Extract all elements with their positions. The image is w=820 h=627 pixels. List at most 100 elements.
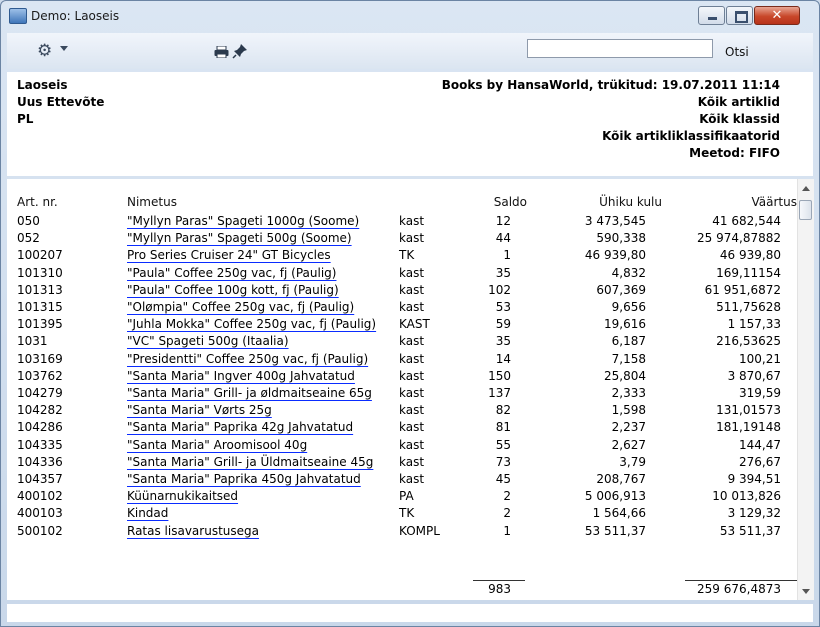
item-saldo: 1: [503, 523, 511, 538]
scroll-up-icon[interactable]: [802, 186, 810, 191]
table-row: 104357 "Santa Maria" Paprika 450g Jahvata…: [7, 470, 797, 488]
item-saldo: 35: [495, 265, 511, 280]
item-unit: KOMPL: [399, 523, 440, 538]
item-value: 3 129,32: [727, 506, 781, 521]
minimize-button[interactable]: [698, 6, 725, 25]
item-name-link[interactable]: "Paula" Coffee 250g vac, fj (Paulig): [127, 266, 336, 280]
item-value: 511,75628: [716, 300, 781, 314]
company-code: PL: [17, 112, 34, 126]
item-number: 101313: [17, 282, 63, 297]
pushpin-icon[interactable]: [232, 43, 248, 59]
item-unit-cost: 19,616: [604, 317, 646, 332]
item-value: 169,11154: [716, 265, 781, 280]
item-value: 41 682,544: [712, 214, 781, 228]
item-saldo: 53: [495, 300, 511, 314]
item-number: 400102: [17, 489, 63, 504]
item-name-link[interactable]: "Santa Maria" Vørts 25g: [127, 403, 272, 417]
printer-icon[interactable]: [214, 46, 229, 58]
item-unit: kast: [399, 403, 425, 418]
item-name-link[interactable]: Küünarnukikaitsed: [127, 489, 238, 503]
item-unit-cost: 2,627: [611, 437, 646, 452]
item-name-link[interactable]: "Santa Maria" Paprika 42g Jahvatatud: [127, 420, 353, 434]
scroll-thumb[interactable]: [799, 200, 812, 220]
chevron-down-icon[interactable]: [60, 46, 68, 51]
item-value: 216,53625: [716, 334, 781, 349]
item-name-link[interactable]: "Juhla Mokka" Coffee 250g vac, fj (Pauli…: [127, 317, 376, 331]
vertical-scrollbar[interactable]: [797, 179, 814, 600]
toolbar: ⚙ Otsi: [7, 33, 813, 69]
item-name-link[interactable]: Pro Series Cruiser 24" GT Bicycles: [127, 248, 331, 262]
item-name-link[interactable]: "Myllyn Paras" Spageti 1000g (Soome): [127, 214, 359, 228]
item-number: 104336: [17, 454, 63, 469]
item-name-link[interactable]: "Santa Maria" Aroomisool 40g: [127, 438, 307, 452]
item-name-link[interactable]: "Olømpia" Coffee 250g vac, fj (Paulig): [127, 300, 354, 314]
column-header-value: Väärtus: [751, 195, 797, 209]
item-saldo: 82: [495, 403, 511, 418]
item-unit-cost: 25,804: [604, 368, 646, 383]
item-unit: kast: [399, 265, 425, 280]
item-name-link[interactable]: "Myllyn Paras" Spageti 500g (Soome): [127, 231, 352, 245]
app-icon: [9, 8, 27, 24]
company-name: Uus Ettevõte: [17, 95, 105, 109]
item-value: 319,59: [739, 386, 781, 400]
item-number: 1031: [17, 334, 48, 349]
table-row: 104282 "Santa Maria" Vørts 25g kast 82 1,598…: [7, 401, 797, 419]
item-unit-cost: 6,187: [611, 334, 646, 349]
table-row: 104279 "Santa Maria" Grill- ja øldmaitsea…: [7, 384, 797, 402]
item-unit: kast: [399, 282, 425, 297]
item-unit: kast: [399, 472, 425, 486]
item-unit-cost: 3 473,545: [584, 214, 646, 228]
item-unit: kast: [399, 231, 425, 246]
item-number: 104282: [17, 403, 63, 418]
item-value: 100,21: [739, 351, 781, 366]
item-unit: kast: [399, 368, 425, 383]
item-value: 276,67: [739, 454, 781, 469]
item-unit: kast: [399, 437, 425, 452]
item-value: 3 870,67: [727, 368, 781, 383]
close-button[interactable]: ✕: [754, 6, 800, 25]
maximize-button[interactable]: [726, 6, 753, 25]
item-name-link[interactable]: "Santa Maria" Grill- ja Üldmaitseaine 45…: [127, 455, 373, 469]
item-name-link[interactable]: "Presidentti" Coffee 250g vac, fj (Pauli…: [127, 352, 368, 366]
table-row: 101310 "Paula" Coffee 250g vac, fj (Pauli…: [7, 264, 797, 282]
item-name-link[interactable]: "Santa Maria" Grill- ja øldmaitseaine 65…: [127, 386, 372, 400]
title-bar[interactable]: Demo: Laoseis ✕: [1, 1, 819, 32]
item-unit: kast: [399, 454, 425, 469]
search-input[interactable]: [527, 39, 713, 58]
filter-classifiers: Kõik artikliklassifikaatorid: [602, 129, 780, 143]
totals-row: 983 259 676,4873: [7, 580, 797, 598]
scroll-down-icon[interactable]: [802, 589, 810, 594]
item-number: 104335: [17, 437, 63, 452]
table-row: 101315 "Olømpia" Coffee 250g vac, fj (Pau…: [7, 298, 797, 316]
item-saldo: 44: [495, 231, 511, 246]
item-name-link[interactable]: "Santa Maria" Paprika 450g Jahvatatud: [127, 472, 361, 486]
item-unit-cost: 2,237: [611, 420, 646, 435]
item-name-link[interactable]: "Santa Maria" Ingver 400g Jahvatatud: [127, 369, 355, 383]
item-unit: kast: [399, 386, 425, 400]
item-unit: TK: [399, 248, 415, 263]
item-saldo: 137: [488, 386, 511, 400]
item-name-link[interactable]: "Paula" Coffee 100g kott, fj (Paulig): [127, 283, 339, 297]
item-saldo: 14: [495, 351, 511, 366]
item-saldo: 150: [488, 368, 511, 383]
item-value: 9 394,51: [727, 472, 781, 486]
table-row: 1031 "VC" Spageti 500g (Itaalia) kast 35 6,1…: [7, 332, 797, 350]
item-value: 181,19148: [716, 420, 781, 435]
item-unit: kast: [399, 300, 425, 314]
search-button[interactable]: Otsi: [725, 45, 749, 59]
item-saldo: 59: [495, 317, 511, 332]
item-saldo: 1: [503, 248, 511, 263]
total-saldo: 983: [488, 582, 511, 596]
item-unit: TK: [399, 506, 415, 521]
item-name-link[interactable]: "VC" Spageti 500g (Itaalia): [127, 334, 289, 348]
column-header-name: Nimetus: [127, 195, 177, 209]
item-saldo: 12: [495, 214, 511, 228]
item-name-link[interactable]: Ratas lisavarustusega: [127, 524, 259, 538]
table-row: 103169 "Presidentti" Coffee 250g vac, fj …: [7, 350, 797, 368]
item-unit-cost: 3,79: [619, 454, 646, 469]
gear-icon[interactable]: ⚙: [37, 43, 52, 60]
item-name-link[interactable]: Kindad: [127, 506, 168, 520]
item-unit-cost: 590,338: [596, 231, 646, 246]
item-unit: kast: [399, 420, 425, 435]
item-number: 101310: [17, 265, 63, 280]
